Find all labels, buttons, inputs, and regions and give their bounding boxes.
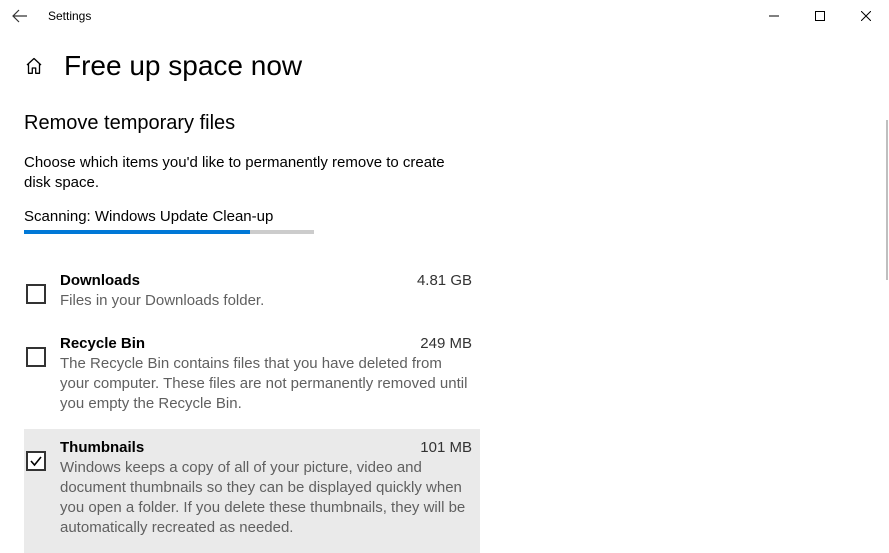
item-size: 249 MB (420, 335, 472, 352)
file-category-item[interactable]: Recycle Bin 249 MB The Recycle Bin contain… (24, 325, 480, 429)
app-title: Settings (40, 9, 91, 23)
item-header: Downloads 4.81 GB (60, 272, 472, 289)
file-category-item[interactable]: Thumbnails 101 MB Windows keeps a copy of … (24, 429, 480, 553)
maximize-icon (815, 11, 825, 21)
item-body: Thumbnails 101 MB Windows keeps a copy of … (60, 439, 472, 539)
window-controls (751, 0, 889, 32)
item-header: Recycle Bin 249 MB (60, 335, 472, 352)
main-content: Remove temporary files Choose which item… (0, 82, 470, 553)
minimize-button[interactable] (751, 0, 797, 32)
checkbox-column (26, 335, 60, 415)
checkbox-column (26, 272, 60, 311)
minimize-icon (769, 11, 779, 21)
page-header: Free up space now (0, 32, 889, 82)
close-icon (861, 11, 871, 21)
page-title: Free up space now (64, 50, 302, 82)
item-size: 101 MB (420, 439, 472, 456)
section-title: Remove temporary files (24, 112, 470, 135)
checkbox[interactable] (26, 451, 46, 471)
maximize-button[interactable] (797, 0, 843, 32)
home-button[interactable] (24, 56, 44, 76)
back-arrow-icon (12, 8, 28, 24)
item-title: Thumbnails (60, 439, 144, 456)
checkbox[interactable] (26, 347, 46, 367)
scrollbar-thumb[interactable] (886, 120, 888, 280)
item-title: Recycle Bin (60, 335, 145, 352)
close-button[interactable] (843, 0, 889, 32)
file-category-item[interactable]: Downloads 4.81 GB Files in your Downloads … (24, 262, 480, 325)
item-title: Downloads (60, 272, 140, 289)
checkmark-icon (29, 454, 43, 468)
scrollbar[interactable] (885, 120, 889, 530)
item-body: Recycle Bin 249 MB The Recycle Bin contain… (60, 335, 472, 415)
item-header: Thumbnails 101 MB (60, 439, 472, 456)
home-icon (25, 57, 43, 75)
progress-bar (24, 230, 314, 234)
item-description: The Recycle Bin contains files that you … (60, 354, 472, 415)
item-size: 4.81 GB (417, 272, 472, 289)
back-button[interactable] (0, 0, 40, 32)
scan-status: Scanning: Windows Update Clean-up (24, 208, 470, 225)
titlebar: Settings (0, 0, 889, 32)
item-body: Downloads 4.81 GB Files in your Downloads … (60, 272, 472, 311)
checkbox-column (26, 439, 60, 539)
checkbox[interactable] (26, 284, 46, 304)
item-description: Files in your Downloads folder. (60, 291, 472, 311)
item-description: Windows keeps a copy of all of your pict… (60, 458, 472, 539)
section-description: Choose which items you'd like to permane… (24, 153, 470, 194)
progress-fill (24, 230, 250, 234)
